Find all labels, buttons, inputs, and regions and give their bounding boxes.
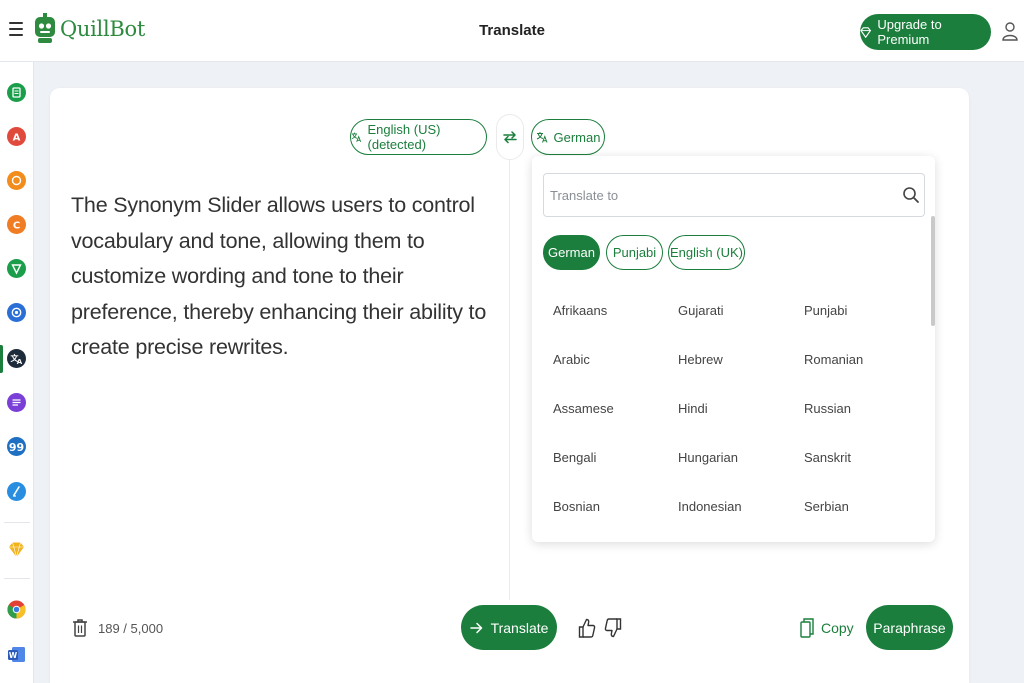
- translate-label: Translate: [490, 619, 549, 636]
- language-option[interactable]: Afrikaans: [553, 303, 607, 318]
- source-language-label: English (US) (detected): [367, 122, 441, 152]
- sidebar-item-ai-detector[interactable]: [7, 171, 26, 190]
- svg-text:C: C: [13, 221, 20, 232]
- language-search-box: [543, 173, 925, 217]
- dropdown-scrollbar[interactable]: [931, 216, 935, 326]
- sidebar-item-plagiarism-checker[interactable]: C: [7, 215, 26, 234]
- top-bar: QuillBot Translate Upgrade to Premium: [0, 0, 1024, 62]
- language-search-input[interactable]: [550, 174, 880, 216]
- copy-label: Copy: [821, 620, 854, 636]
- source-text-input[interactable]: The Synonym Slider allows users to contr…: [71, 188, 491, 366]
- language-option[interactable]: Bosnian: [553, 499, 600, 514]
- upgrade-button[interactable]: Upgrade to Premium: [860, 14, 991, 50]
- recent-language-chip[interactable]: German: [543, 235, 600, 270]
- svg-text:99: 99: [9, 441, 24, 454]
- language-option[interactable]: Assamese: [553, 401, 614, 416]
- language-option[interactable]: Hebrew: [678, 352, 723, 367]
- sidebar-item-summarizer[interactable]: [7, 393, 26, 412]
- sidebar-item-citation-generator[interactable]: 99: [7, 437, 26, 456]
- sidebar-item-chrome-extension[interactable]: [7, 600, 26, 619]
- language-dropdown: German Punjabi English (UK) Afrikaans Gu…: [532, 156, 935, 542]
- recent-language-chip[interactable]: Punjabi: [606, 235, 663, 270]
- search-icon[interactable]: [902, 186, 920, 204]
- language-option[interactable]: Hindi: [678, 401, 708, 416]
- language-option[interactable]: Romanian: [804, 352, 863, 367]
- source-language-button[interactable]: English (US) (detected): [350, 119, 487, 155]
- sidebar-item-word-addin[interactable]: W: [7, 645, 26, 664]
- user-icon[interactable]: [1001, 21, 1019, 41]
- sidebar-item-translator[interactable]: 文A: [7, 349, 26, 368]
- copy-icon: [800, 618, 814, 638]
- active-indicator: [0, 345, 3, 373]
- svg-text:A: A: [17, 358, 23, 366]
- character-count: 189 / 5,000: [98, 621, 164, 636]
- translate-icon: [536, 132, 547, 143]
- sidebar-divider: [4, 522, 30, 523]
- diamond-icon: [860, 26, 872, 38]
- sidebar-item-grammar-checker[interactable]: A: [7, 127, 26, 146]
- language-option[interactable]: Sanskrit: [804, 450, 851, 465]
- sidebar: A C 文A 99 W: [0, 62, 34, 683]
- target-language-label: German: [553, 129, 601, 145]
- swap-icon: [503, 131, 517, 144]
- sidebar-item-premium[interactable]: [7, 540, 26, 559]
- language-option[interactable]: Arabic: [553, 352, 590, 367]
- language-option[interactable]: Indonesian: [678, 499, 742, 514]
- trash-icon[interactable]: [72, 618, 88, 638]
- language-option[interactable]: Gujarati: [678, 303, 724, 318]
- sidebar-item-ai-humanizer[interactable]: [7, 259, 26, 278]
- language-option[interactable]: Russian: [804, 401, 851, 416]
- arrow-right-icon: [469, 622, 482, 633]
- sidebar-divider: [4, 578, 30, 579]
- sidebar-item-quillbot-flow[interactable]: [7, 482, 26, 501]
- upgrade-label: Upgrade to Premium: [877, 17, 942, 47]
- translate-icon: [351, 132, 362, 142]
- target-language-button[interactable]: German: [531, 119, 605, 155]
- language-option[interactable]: Bengali: [553, 450, 596, 465]
- translate-button[interactable]: Translate: [461, 605, 557, 650]
- recent-language-chip[interactable]: English (UK): [668, 235, 745, 270]
- language-option[interactable]: Punjabi: [804, 303, 847, 318]
- thumbs-down-icon[interactable]: [604, 617, 622, 639]
- paraphrase-button[interactable]: Paraphrase: [866, 605, 953, 650]
- language-option[interactable]: Hungarian: [678, 450, 738, 465]
- language-option[interactable]: Serbian: [804, 499, 849, 514]
- swap-languages-button[interactable]: [496, 114, 524, 160]
- copy-button[interactable]: Copy: [800, 616, 854, 640]
- sidebar-item-ai-chat[interactable]: [7, 303, 26, 322]
- sidebar-item-paraphraser[interactable]: [7, 83, 26, 102]
- svg-text:W: W: [9, 651, 18, 660]
- thumbs-up-icon[interactable]: [578, 617, 596, 639]
- svg-text:A: A: [13, 133, 21, 144]
- panel-divider: [509, 160, 510, 600]
